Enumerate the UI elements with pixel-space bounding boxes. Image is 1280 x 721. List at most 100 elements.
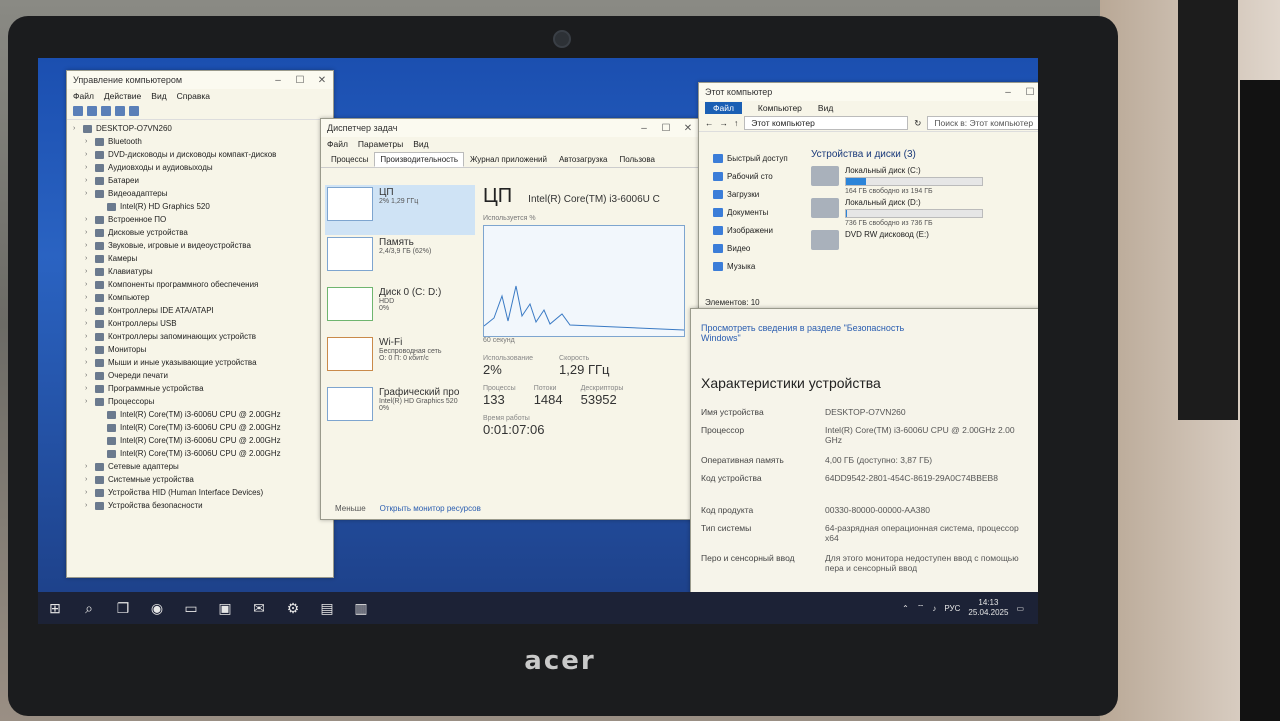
notifications-icon[interactable]: ▭ [1016,604,1024,613]
tree-item[interactable]: › Контроллеры IDE ATA/ATAPI [73,304,333,317]
task-view-icon[interactable]: ❐ [106,592,140,624]
nav-item[interactable]: Документы [703,203,803,221]
nav-item[interactable]: Рабочий сто [703,167,803,185]
nav-item[interactable]: Изображени [703,221,803,239]
close-icon[interactable]: ✕ [311,75,333,86]
nav-item[interactable]: Музыка [703,257,803,275]
back-arrow-icon[interactable]: ← [705,118,714,128]
tree-item[interactable]: › Контроллеры USB [73,317,333,330]
ribbon-view[interactable]: Вид [818,103,833,113]
expand-chevron-icon[interactable]: › [85,177,95,184]
tree-item[interactable]: Intel(R) Core(TM) i3-6006U CPU @ 2.00GHz [73,447,333,460]
expand-chevron-icon[interactable]: › [73,125,83,132]
tree-item[interactable]: › Процессоры [73,395,333,408]
clock[interactable]: 14:13 25.04.2025 [968,598,1008,618]
expand-chevron-icon[interactable]: › [85,216,95,223]
tab-startup[interactable]: Автозагрузка [553,152,614,167]
drive-item[interactable]: DVD RW дисковод (E:) [811,230,1038,256]
tree-item[interactable]: › Системные устройства [73,473,333,486]
expand-chevron-icon[interactable]: › [85,346,95,353]
expand-chevron-icon[interactable]: › [85,268,95,275]
expand-chevron-icon[interactable]: › [85,190,95,197]
drive-item[interactable]: Локальный диск (D:) 736 ГБ свободно из 73… [811,198,1038,227]
fewer-details-button[interactable]: Меньше [335,504,366,513]
resource-monitor-link[interactable]: Открыть монитор ресурсов [380,504,481,513]
tree-item[interactable]: › DVD-дисководы и дисководы компакт-диско… [73,148,333,161]
expand-chevron-icon[interactable]: › [85,242,95,249]
tree-item[interactable]: Intel(R) Core(TM) i3-6006U CPU @ 2.00GHz [73,408,333,421]
edge-icon[interactable]: ◉ [140,592,174,624]
tree-item[interactable]: › Мыши и иные указывающие устройства [73,356,333,369]
nav-item[interactable]: Быстрый доступ [703,149,803,167]
tree-item[interactable]: › DESKTOP-O7VN260 [73,122,333,135]
tree-item[interactable]: › Программные устройства [73,382,333,395]
tree-item[interactable]: › Контроллеры запоминающих устройств [73,330,333,343]
expand-chevron-icon[interactable]: › [85,255,95,262]
expand-chevron-icon[interactable]: › [85,307,95,314]
properties-icon[interactable] [101,106,111,116]
expand-chevron-icon[interactable]: › [85,229,95,236]
expand-chevron-icon[interactable]: › [85,463,95,470]
ribbon-computer[interactable]: Компьютер [758,103,802,113]
menu-view[interactable]: Вид [151,91,166,101]
perf-item-cpu[interactable]: ЦП 2% 1,29 ГГц [325,185,475,235]
menu-view[interactable]: Вид [413,139,428,149]
menu-file[interactable]: Файл [73,91,94,101]
search-input[interactable]: Поиск в: Этот компьютер [927,116,1038,130]
tree-item[interactable]: › Bluetooth [73,135,333,148]
path-box[interactable]: Этот компьютер [744,116,909,130]
security-link[interactable]: Просмотреть сведения в разделе "Безопасн… [701,323,941,343]
settings-icon[interactable]: ⚙ [276,592,310,624]
tree-item[interactable]: › Батареи [73,174,333,187]
forward-icon[interactable] [87,106,97,116]
monitor-icon[interactable] [129,106,139,116]
perf-item-wifi[interactable]: Wi-Fi Беспроводная сеть О: 0 П: 0 кбит/с [325,335,475,385]
expand-chevron-icon[interactable]: › [85,385,95,392]
language-indicator[interactable]: РУС [944,604,960,613]
tree-item[interactable]: › Компоненты программного обеспечения [73,278,333,291]
tree-item[interactable]: Intel(R) HD Graphics 520 [73,200,333,213]
up-arrow-icon[interactable]: ↑ [734,118,738,128]
mail-icon[interactable]: ✉ [242,592,276,624]
menu-options[interactable]: Параметры [358,139,403,149]
minimize-icon[interactable]: – [997,87,1019,98]
start-icon[interactable]: ⊞ [38,592,72,624]
menu-action[interactable]: Действие [104,91,141,101]
search-icon[interactable]: ⌕ [72,592,106,624]
tree-item[interactable]: › Клавиатуры [73,265,333,278]
expand-chevron-icon[interactable]: › [85,164,95,171]
tab-app-history[interactable]: Журнал приложений [464,152,553,167]
back-icon[interactable] [73,106,83,116]
maximize-icon[interactable]: ☐ [1019,87,1038,98]
tree-item[interactable]: › Звуковые, игровые и видеоустройства [73,239,333,252]
expand-chevron-icon[interactable]: › [85,294,95,301]
tree-item[interactable]: Intel(R) Core(TM) i3-6006U CPU @ 2.00GHz [73,434,333,447]
tab-processes[interactable]: Процессы [325,152,374,167]
expand-chevron-icon[interactable]: › [85,320,95,327]
help-icon[interactable] [115,106,125,116]
tab-performance[interactable]: Производительность [374,152,464,167]
nav-item[interactable]: Видео [703,239,803,257]
tree-item[interactable]: › Аудиовходы и аудиовыходы [73,161,333,174]
tree-item[interactable]: › Камеры [73,252,333,265]
tree-item[interactable]: › Очереди печати [73,369,333,382]
group-header[interactable]: Устройства и диски (3) [811,149,1038,160]
tab-users[interactable]: Пользова [613,152,661,167]
expand-chevron-icon[interactable]: › [85,476,95,483]
expand-chevron-icon[interactable]: › [85,333,95,340]
expand-chevron-icon[interactable]: › [85,281,95,288]
perf-item-disk[interactable]: Диск 0 (C: D:) HDD 0% [325,285,475,335]
forward-arrow-icon[interactable]: → [720,118,729,128]
maximize-icon[interactable]: ☐ [289,75,311,86]
expand-chevron-icon[interactable]: › [85,489,95,496]
expand-chevron-icon[interactable]: › [85,398,95,405]
drive-item[interactable]: Локальный диск (C:) 164 ГБ свободно из 19… [811,166,1038,195]
expand-chevron-icon[interactable]: › [85,359,95,366]
expand-chevron-icon[interactable]: › [85,151,95,158]
computer-management-taskbar-icon[interactable]: ▤ [310,592,344,624]
expand-chevron-icon[interactable]: › [85,372,95,379]
ribbon-file[interactable]: Файл [705,102,742,114]
perf-item-gpu[interactable]: Графический про Intel(R) HD Graphics 520 0… [325,385,475,435]
this-pc-taskbar-icon[interactable]: ▥ [344,592,378,624]
refresh-icon[interactable]: ↻ [914,118,921,129]
